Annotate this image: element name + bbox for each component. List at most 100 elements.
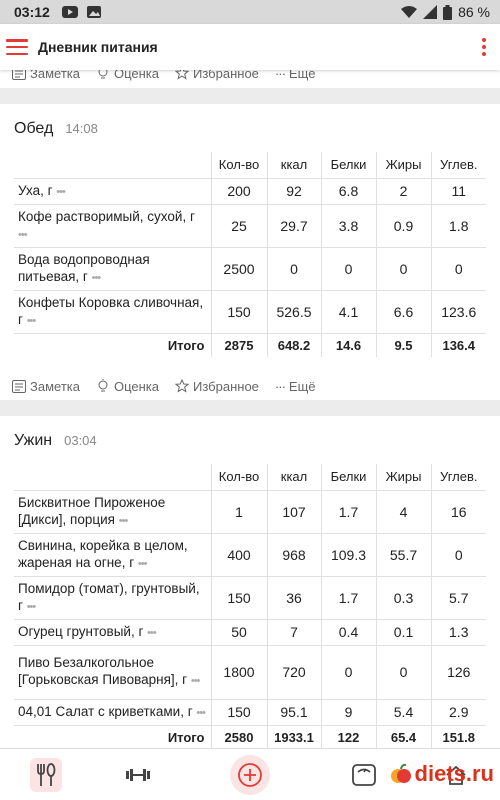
rate-action[interactable]: Оценка (96, 70, 159, 81)
food-name: Свинина, корейка в целом, жареная на огн… (18, 537, 188, 570)
more-action[interactable]: ··· Ещё (275, 70, 316, 81)
food-name-cell: Вода водопроводная питьевая, г ••• (14, 247, 211, 291)
protein-cell: 109.3 (320, 533, 376, 577)
dots-icon[interactable]: ••• (18, 229, 28, 241)
food-name: Вода водопроводная питьевая, г (18, 251, 150, 284)
favorite-action[interactable]: Избранное (175, 70, 259, 81)
note-icon (12, 379, 26, 393)
dumbbell-icon (126, 769, 150, 781)
dots-icon[interactable]: ••• (191, 675, 201, 687)
rate-label: Оценка (113, 378, 160, 394)
protein-cell: 3.8 (320, 204, 376, 248)
nav-active-bg (30, 758, 62, 792)
favorite-label: Избранное (193, 378, 259, 394)
total-qty: 2580 (210, 725, 267, 748)
table-row[interactable]: Огурец грунтовый, г ••• 50 7 0.4 0.1 1.3 (14, 619, 486, 646)
table-row[interactable]: Уха, г ••• 200 92 6.8 2 11 (14, 178, 486, 205)
rate-action[interactable]: Оценка (96, 379, 159, 394)
favorite-action[interactable]: Избранное (175, 379, 259, 394)
kcal-cell: 92 (266, 178, 321, 205)
carbs-cell: 126 (430, 645, 486, 700)
dinner-table: Кол-во ккал Белки Жиры Углев. Бисквитное… (14, 464, 486, 748)
meal-card-lunch: Обед 14:08 Кол-во ккал Белки Жиры Углев.… (0, 104, 500, 400)
add-button[interactable] (228, 749, 272, 800)
watermark-text: diets.ru (414, 761, 494, 786)
gallery-icon (86, 6, 101, 18)
total-row: Итого 2875 648.2 14.6 9.5 136.4 (14, 333, 486, 357)
dots-icon[interactable]: ••• (119, 515, 129, 527)
nav-weight[interactable] (344, 749, 384, 800)
table-row[interactable]: 04,01 Салат с криветками, г ••• 150 95.1… (14, 699, 486, 726)
carbs-cell: 16 (430, 490, 486, 534)
total-row: Итого 2580 1933.1 122 65.4 151.8 (14, 725, 486, 748)
table-row[interactable]: Конфеты Коровка сливочная, г ••• 150 526… (14, 290, 486, 334)
lunch-actions: Заметка Оценка Избранное ··· Ещё (0, 371, 500, 401)
note-action[interactable]: Заметка (12, 70, 80, 81)
hamburger-icon[interactable] (6, 39, 28, 55)
table-row[interactable]: Свинина, корейка в целом, жареная на огн… (14, 533, 486, 577)
food-name: Кофе растворимый, сухой, г (18, 208, 195, 224)
breakfast-card-partial: Заметка Оценка Избранное ··· Ещё (0, 70, 500, 88)
note-action[interactable]: Заметка (12, 379, 80, 394)
food-name-cell: Конфеты Коровка сливочная, г ••• (14, 290, 211, 334)
qty-cell: 2500 (210, 247, 267, 291)
total-protein: 14.6 (320, 333, 376, 357)
carbs-cell: 5.7 (430, 576, 486, 620)
qty-cell: 25 (210, 204, 267, 248)
protein-cell: 1.7 (320, 490, 376, 534)
favorite-label: Избранное (193, 70, 259, 81)
table-row[interactable]: Бисквитное Пироженое [Дикси], порция •••… (14, 490, 486, 534)
dots-icon[interactable]: ••• (147, 627, 157, 639)
nav-diary[interactable] (26, 749, 66, 800)
total-qty: 2875 (210, 333, 267, 357)
diary-content[interactable]: Заметка Оценка Избранное ··· Ещё Обед 14… (0, 70, 500, 748)
dots-icon[interactable]: ••• (196, 707, 206, 719)
page-title: Дневник питания (38, 39, 158, 55)
food-name-cell: Бисквитное Пироженое [Дикси], порция ••• (14, 490, 211, 534)
nav-workouts[interactable] (118, 749, 158, 800)
meal-time: 03:04 (64, 433, 97, 448)
dots-icon[interactable]: ••• (27, 315, 37, 327)
protein-cell: 4.1 (320, 290, 376, 334)
meal-title: Обед (14, 120, 54, 137)
meal-header[interactable]: Обед 14:08 (0, 104, 500, 152)
dots-icon: ··· (274, 70, 286, 81)
table-row[interactable]: Пиво Безалкогольное [Горьковская Пивовар… (14, 645, 486, 700)
header-qty: Кол-во (210, 152, 267, 179)
qty-cell: 150 (210, 699, 267, 726)
total-kcal: 1933.1 (266, 725, 321, 748)
fat-cell: 6.6 (375, 290, 431, 334)
apple-logo-icon (390, 763, 411, 783)
fat-cell: 0.9 (375, 204, 431, 248)
dots-icon[interactable]: ••• (56, 186, 66, 198)
food-name-cell: Помидор (томат), грунтовый, г ••• (14, 576, 211, 620)
more-action[interactable]: ··· Ещё (275, 379, 316, 394)
table-header-row: Кол-во ккал Белки Жиры Углев. (14, 464, 486, 491)
header-qty: Кол-во (210, 464, 267, 491)
dots-icon[interactable]: ••• (27, 601, 37, 613)
carbs-cell: 1.8 (430, 204, 486, 248)
meal-header[interactable]: Ужин 03:04 (0, 416, 500, 464)
dots-icon[interactable]: ••• (138, 558, 148, 570)
star-icon (175, 70, 190, 80)
total-label: Итого (167, 337, 205, 353)
header-fat: Жиры (375, 152, 431, 179)
star-icon (175, 379, 190, 393)
dots-icon[interactable]: ••• (92, 272, 102, 284)
header-kcal: ккал (266, 152, 321, 179)
fat-cell: 4 (375, 490, 431, 534)
kebab-icon[interactable] (482, 38, 486, 56)
kcal-cell: 95.1 (266, 699, 321, 726)
signal-icon (423, 5, 438, 19)
kcal-cell: 968 (266, 533, 321, 577)
table-row[interactable]: Помидор (томат), грунтовый, г ••• 150 36… (14, 576, 486, 620)
breakfast-actions: Заметка Оценка Избранное ··· Ещё (0, 70, 500, 88)
table-row[interactable]: Вода водопроводная питьевая, г ••• 2500 … (14, 247, 486, 291)
header-protein: Белки (320, 152, 376, 179)
kcal-cell: 7 (266, 619, 321, 646)
food-name-cell: Свинина, корейка в целом, жареная на огн… (14, 533, 211, 577)
meal-card-dinner: Ужин 03:04 Кол-во ккал Белки Жиры Углев.… (0, 416, 500, 748)
carbs-cell: 0 (430, 533, 486, 577)
total-kcal: 648.2 (266, 333, 321, 357)
table-row[interactable]: Кофе растворимый, сухой, г ••• 25 29.7 3… (14, 204, 486, 248)
